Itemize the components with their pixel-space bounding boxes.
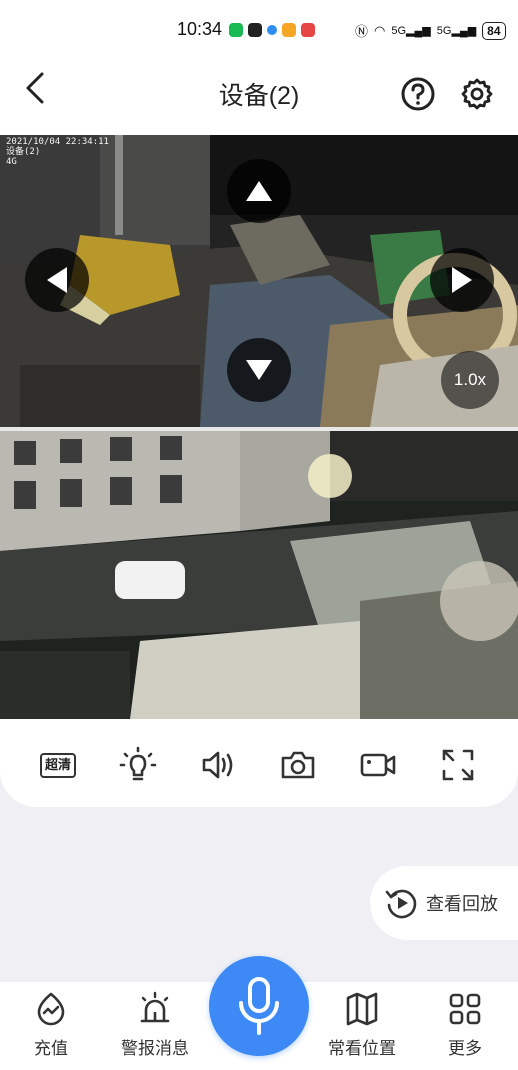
camera-scene-image [0, 431, 518, 719]
down-arrow-icon [246, 360, 272, 380]
status-bar: 10:34 Ⓝ ◠ 5G▂▄▆ 5G▂▄▆ 84 [0, 14, 518, 48]
ptz-up-button[interactable] [227, 159, 291, 223]
speaker-icon [202, 751, 233, 779]
ptz-left-button[interactable] [25, 248, 89, 312]
video-feed-main[interactable]: 2021/10/04 22:34:11 设备(2) 4G 1.0x [0, 135, 518, 427]
view-playback-button[interactable]: 查看回放 [370, 866, 518, 940]
app-notification-icon [267, 25, 277, 35]
app-notification-icon [301, 23, 315, 37]
playback-icon [385, 889, 417, 919]
wifi-icon: ◠ [374, 22, 386, 38]
left-arrow-icon [47, 267, 67, 293]
question-circle-icon [401, 77, 435, 111]
video-controls-bar: 超清 [0, 719, 518, 807]
app-notification-icon [248, 23, 262, 37]
settings-button[interactable] [459, 76, 495, 112]
gear-icon [461, 78, 493, 110]
ptz-down-button[interactable] [227, 338, 291, 402]
nfc-icon: Ⓝ [355, 24, 369, 39]
quality-label: 超清 [39, 752, 76, 778]
right-arrow-icon [452, 267, 472, 293]
sound-button[interactable] [194, 741, 242, 789]
light-bulb-icon [119, 746, 157, 781]
light-button[interactable] [114, 741, 162, 789]
nav-label: 警报消息 [121, 1039, 189, 1059]
status-indicators: Ⓝ ◠ 5G▂▄▆ 5G▂▄▆ 84 [355, 21, 506, 40]
snapshot-button[interactable] [274, 741, 322, 789]
zoom-level-button[interactable]: 1.0x [441, 351, 499, 409]
page-title: 设备(2) [218, 82, 300, 110]
fullscreen-button[interactable] [434, 741, 482, 789]
playback-label: 查看回放 [426, 894, 498, 915]
camera-icon [281, 751, 315, 779]
video-camera-icon [360, 753, 396, 777]
grid-icon [449, 993, 481, 1025]
fullscreen-icon [442, 749, 474, 781]
ptz-right-button[interactable] [430, 248, 494, 312]
quality-button[interactable]: 超清 [34, 741, 82, 789]
nav-label: 更多 [448, 1039, 482, 1059]
nav-label: 充值 [34, 1039, 68, 1059]
help-button[interactable] [400, 76, 436, 112]
nav-more[interactable]: 更多 [420, 990, 510, 1066]
map-icon [346, 992, 378, 1026]
osd-datetime: 2021/10/04 22:34:11 [6, 137, 109, 147]
wechat-notification-icon [229, 23, 243, 37]
osd-device-name: 设备(2) [6, 147, 41, 157]
status-time: 10:34 [177, 19, 223, 39]
record-button[interactable] [354, 741, 402, 789]
recharge-icon [37, 992, 65, 1026]
header: 设备(2) [0, 62, 518, 122]
microphone-icon [239, 977, 279, 1035]
alarm-icon [140, 991, 170, 1023]
notification-icons [229, 23, 315, 37]
osd-network: 4G [6, 157, 17, 167]
nav-label: 常看位置 [328, 1039, 396, 1059]
video-osd: 2021/10/04 22:34:11 设备(2) 4G [6, 137, 109, 167]
nav-recharge[interactable]: 充值 [6, 990, 96, 1066]
app-notification-icon [282, 23, 296, 37]
nav-alarm-messages[interactable]: 警报消息 [110, 990, 200, 1066]
signal-1-icon: 5G▂▄▆ [391, 25, 431, 37]
video-feed-secondary[interactable] [0, 431, 518, 719]
battery-indicator: 84 [482, 21, 506, 40]
up-arrow-icon [246, 181, 272, 201]
signal-2-icon: 5G▂▄▆ [436, 25, 477, 37]
nav-frequent-locations[interactable]: 常看位置 [317, 990, 407, 1066]
talk-button[interactable] [209, 956, 309, 1056]
